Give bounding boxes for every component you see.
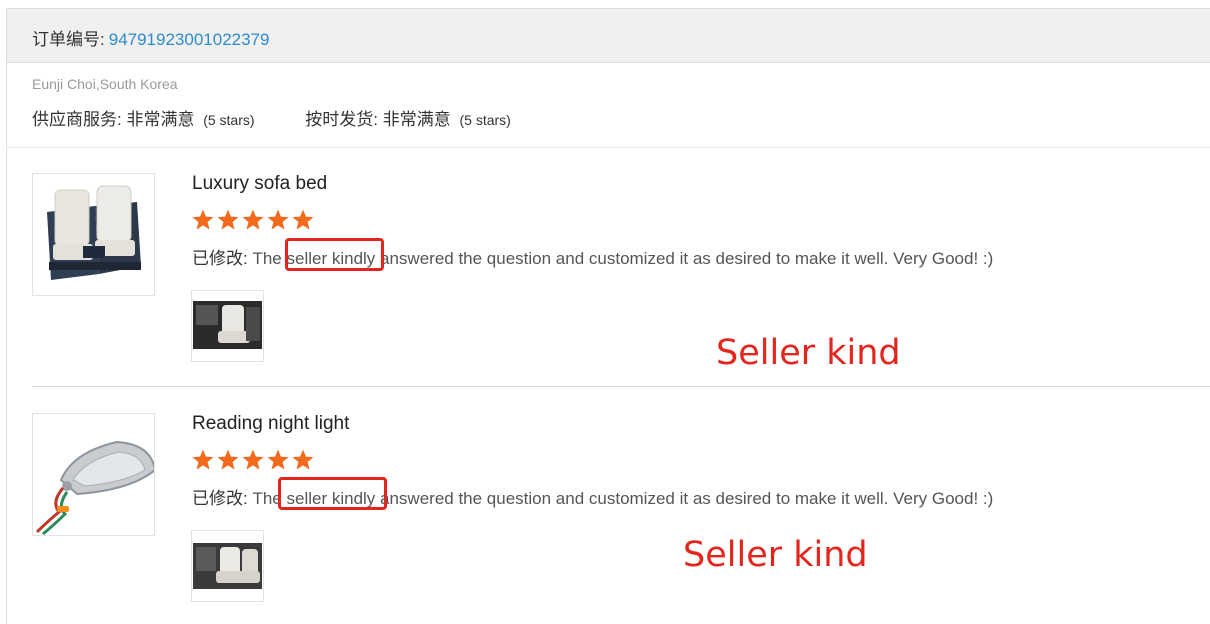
supplier-service-stars: (5 stars) [203,112,255,128]
star-icon [267,449,289,470]
product-thumbnail-sofa-bed[interactable] [32,173,155,296]
star-icon [292,209,314,230]
star-icon [292,449,314,470]
product-title[interactable]: Luxury sofa bed [192,173,327,195]
on-time-label: 按时发货: [305,110,379,129]
star-icon [192,209,214,230]
star-rating [191,208,315,232]
review-photo[interactable] [191,530,264,602]
review-card: 订单编号: 94791923001022379 Eunji Choi,South … [6,8,1210,624]
modified-label: 已修改: [192,489,248,508]
review-photo[interactable] [191,290,264,362]
star-icon [217,449,239,470]
star-icon [217,209,239,230]
highlight-box [278,477,387,510]
on-time-stars: (5 stars) [459,112,511,128]
product-thumbnail-night-light[interactable] [32,413,155,536]
divider [32,386,1210,387]
order-number-link[interactable]: 94791923001022379 [109,30,270,49]
order-id-label: 订单编号: [32,30,105,49]
supplier-service-label: 供应商服务: [32,110,122,129]
seller-ratings: 供应商服务: 非常满意 (5 stars) 按时发货: 非常满意 (5 star… [32,105,511,130]
on-time-value: 非常满意 [382,110,451,129]
highlight-box [285,238,384,271]
star-icon [267,209,289,230]
modified-label: 已修改: [192,249,248,268]
annotation-note: Seller kind [716,333,901,373]
star-icon [242,449,264,470]
star-icon [192,449,214,470]
order-header: 订单编号: 94791923001022379 [7,9,1210,63]
order-id: 订单编号: 94791923001022379 [32,25,269,50]
star-rating [191,448,315,472]
divider [7,147,1210,148]
supplier-service-value: 非常满意 [126,110,195,129]
buyer-name: Eunji Choi,South Korea [32,76,178,92]
product-title[interactable]: Reading night light [192,413,349,435]
annotation-note: Seller kind [683,535,868,575]
star-icon [242,209,264,230]
